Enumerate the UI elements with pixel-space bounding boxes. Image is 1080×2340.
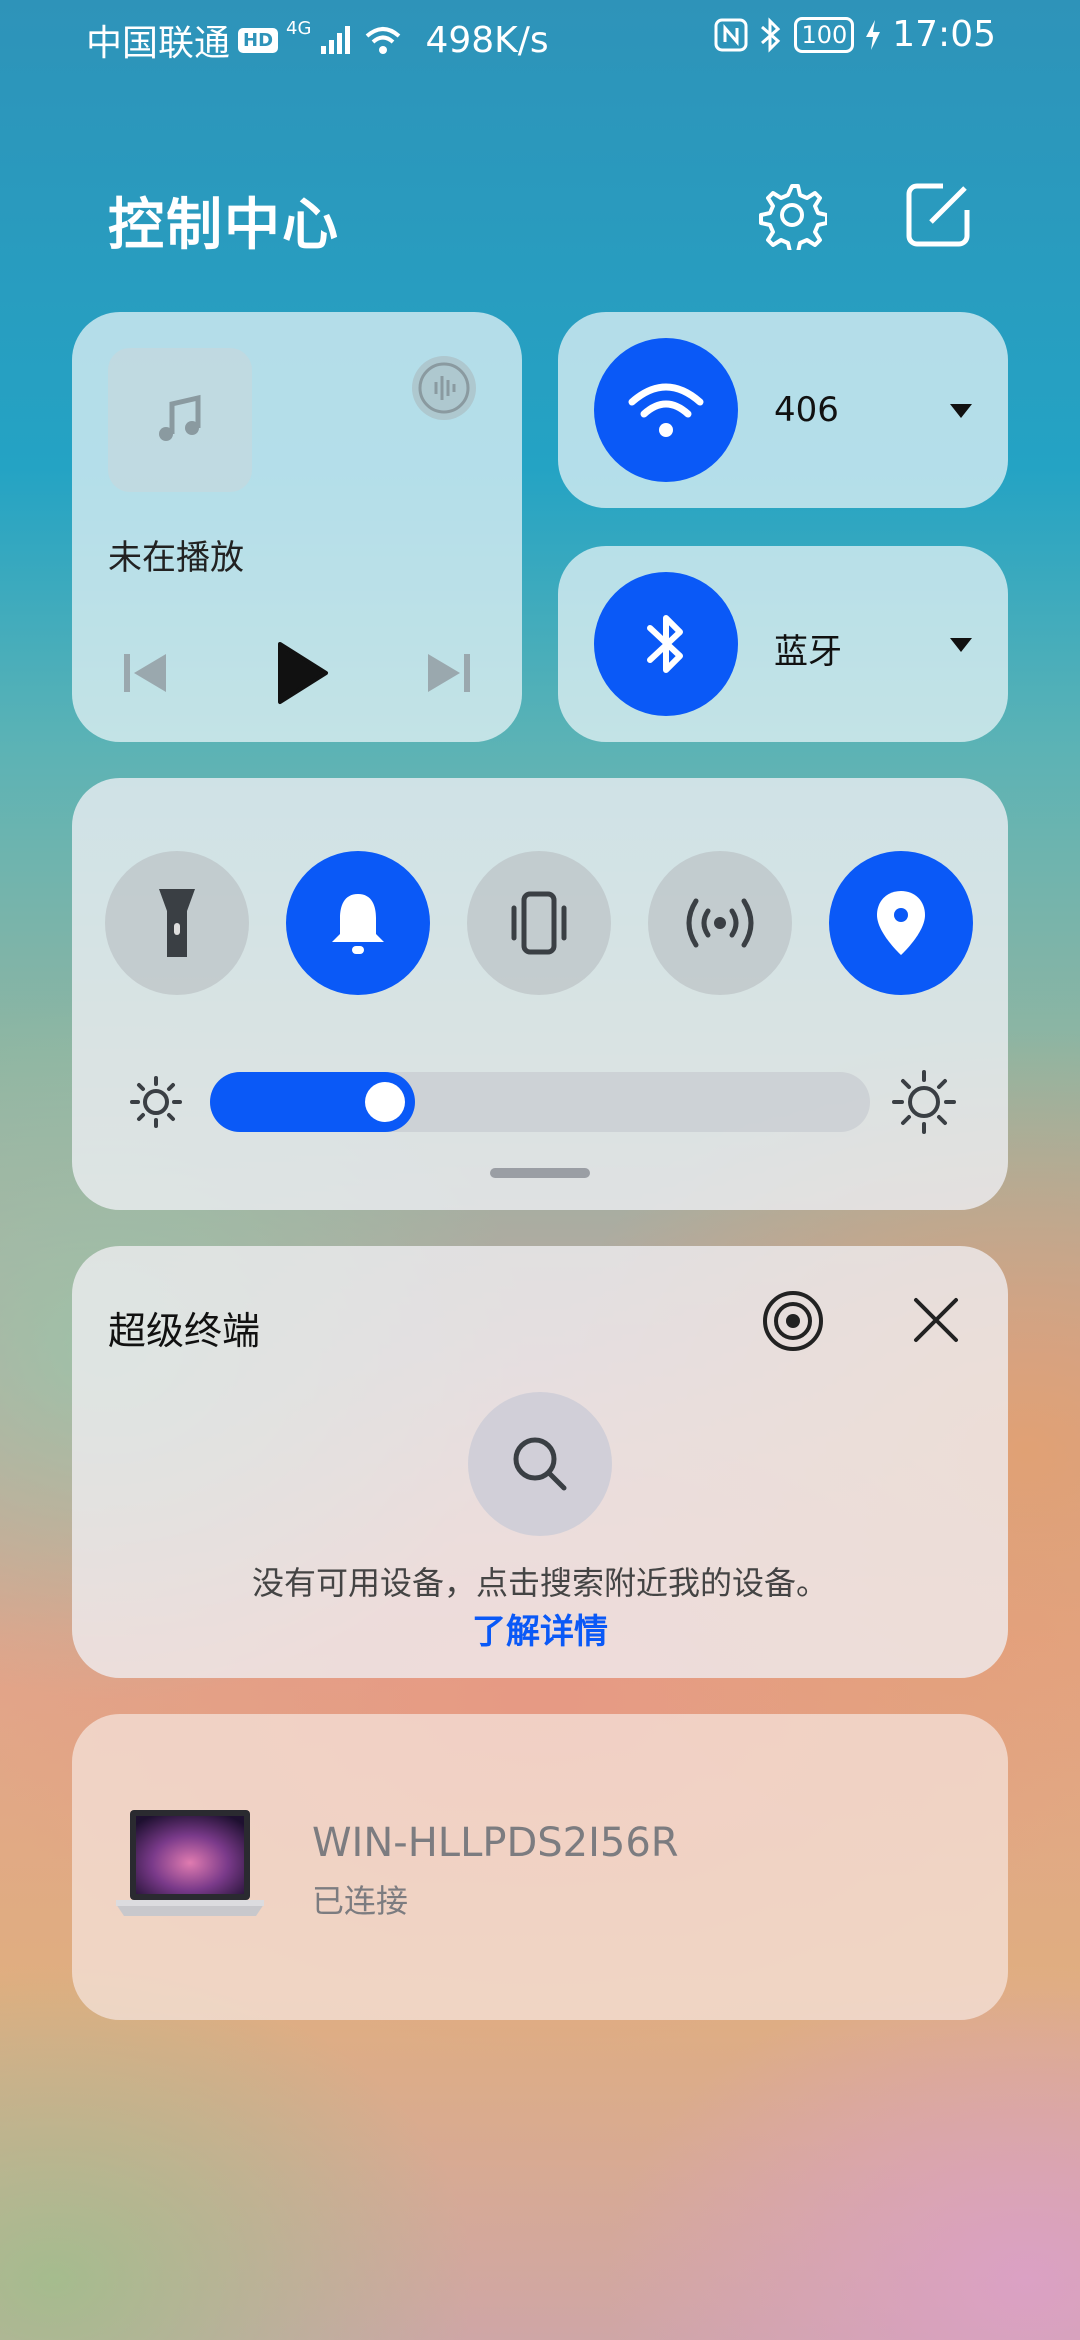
brightness-knob[interactable] xyxy=(365,1082,405,1122)
wifi-icon xyxy=(628,383,704,437)
card-drag-handle[interactable] xyxy=(490,1168,590,1178)
edit-button[interactable] xyxy=(903,180,973,250)
vibrate-toggle[interactable] xyxy=(467,851,611,995)
vibrate-icon xyxy=(511,891,567,955)
wifi-card[interactable]: 406 xyxy=(558,312,1008,508)
sound-toggle[interactable] xyxy=(286,851,430,995)
super-device-card: 超级终端 没有可用设备，点击搜索附近我的设备。 了解详情 xyxy=(72,1246,1008,1678)
bluetooth-toggle[interactable] xyxy=(594,572,738,716)
signal-icon xyxy=(321,26,351,54)
settings-button[interactable] xyxy=(757,180,829,254)
super-device-title: 超级终端 xyxy=(108,1309,261,1353)
audio-output-icon[interactable] xyxy=(408,352,480,424)
previous-track-icon[interactable] xyxy=(120,648,170,698)
brightness-low-icon xyxy=(130,1076,182,1128)
brightness-high-icon xyxy=(892,1070,956,1134)
search-devices-button[interactable] xyxy=(468,1392,612,1536)
hotspot-toggle[interactable] xyxy=(648,851,792,995)
status-bar: 中国联通 HD 4G 498K/s 100 17:05 xyxy=(0,0,1080,72)
play-icon[interactable] xyxy=(272,640,332,706)
location-toggle[interactable] xyxy=(829,851,973,995)
laptop-icon xyxy=(116,1810,264,1916)
edit-icon xyxy=(906,183,970,247)
network-type: 4G xyxy=(286,18,312,39)
wifi-status-icon xyxy=(366,27,401,54)
hd-badge: HD xyxy=(238,27,279,53)
connected-device-card[interactable]: WIN-HLLPDS2I56R 已连接 xyxy=(72,1714,1008,2020)
wifi-expand-icon[interactable] xyxy=(950,404,972,418)
music-note-icon xyxy=(159,394,201,441)
album-art xyxy=(108,348,252,492)
next-track-icon[interactable] xyxy=(424,648,474,698)
media-card[interactable]: 未在播放 xyxy=(72,312,522,742)
bluetooth-status-icon xyxy=(761,16,781,53)
gear-icon xyxy=(759,184,829,254)
wifi-toggle[interactable] xyxy=(594,338,738,482)
search-icon xyxy=(513,1437,567,1491)
nfc-icon xyxy=(714,18,748,51)
clock: 17:05 xyxy=(892,14,996,55)
network-speed: 498K/s xyxy=(425,19,549,61)
connected-device-name: WIN-HLLPDS2I56R xyxy=(312,1820,679,1866)
no-device-message: 没有可用设备，点击搜索附近我的设备。 xyxy=(251,1564,828,1602)
device-discovery-icon[interactable] xyxy=(760,1288,826,1354)
bluetooth-expand-icon[interactable] xyxy=(950,638,972,652)
media-status: 未在播放 xyxy=(108,538,244,578)
connected-device-status: 已连接 xyxy=(312,1882,409,1920)
flashlight-toggle[interactable] xyxy=(105,851,249,995)
charging-icon xyxy=(866,19,881,50)
bell-icon xyxy=(332,894,384,954)
wifi-network-name: 406 xyxy=(774,390,839,430)
page-title: 控制中心 xyxy=(108,193,340,258)
carrier-label: 中国联通 xyxy=(86,23,231,64)
battery-indicator: 100 xyxy=(794,16,855,53)
bluetooth-label: 蓝牙 xyxy=(774,632,842,672)
bluetooth-icon xyxy=(647,615,683,673)
bluetooth-card[interactable]: 蓝牙 xyxy=(558,546,1008,742)
hotspot-icon xyxy=(686,898,754,948)
learn-more-link[interactable]: 了解详情 xyxy=(72,1604,1008,1653)
brightness-slider[interactable] xyxy=(210,1072,870,1132)
flashlight-icon xyxy=(159,889,195,957)
close-icon[interactable] xyxy=(910,1294,962,1346)
location-pin-icon xyxy=(877,891,925,955)
